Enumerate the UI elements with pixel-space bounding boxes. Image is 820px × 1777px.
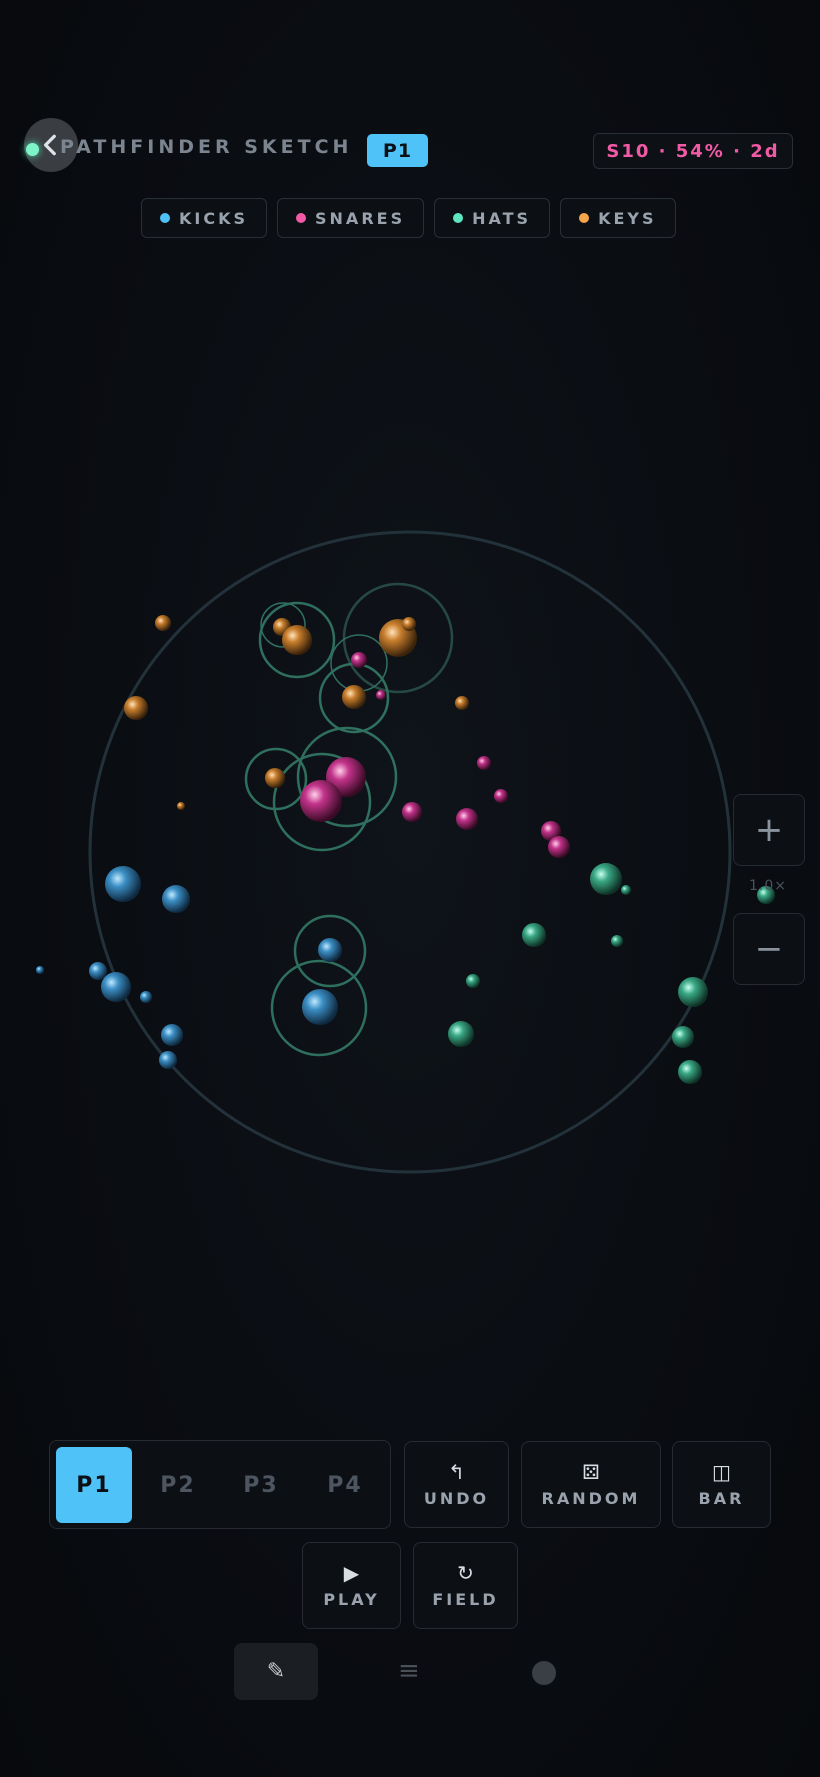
snares-dot-icon [296,213,307,223]
undo-button[interactable]: ↰ UNDO [404,1441,509,1528]
orbit-rings [244,582,454,1057]
tab-p2[interactable]: P2 [140,1447,216,1523]
keys-dot-icon [579,213,590,223]
legend-item-kicks[interactable]: KICKS [141,198,268,238]
legend-label: KICKS [179,208,249,228]
app-title: PATHFINDER SKETCH [60,136,353,158]
legend-item-hats[interactable]: HATS [434,198,551,238]
tab-p3[interactable]: P3 [223,1447,299,1523]
zoom-out-button[interactable]: − [733,913,805,985]
legend-item-keys[interactable]: KEYS [560,198,676,238]
play-button[interactable]: ▶ PLAY [302,1542,401,1629]
random-label: RANDOM [541,1489,641,1508]
orbs[interactable] [36,615,775,1084]
zoom-in-button[interactable]: + [733,794,805,866]
status-indicator [26,143,39,156]
field-button[interactable]: ↻ FIELD [413,1542,518,1629]
tab-p4[interactable]: P4 [307,1447,383,1523]
sound-field[interactable] [0,500,820,1220]
play-icon: ▶ [343,1561,360,1585]
refresh-icon: ↻ [457,1561,474,1585]
undo-icon: ↰ [448,1460,465,1484]
hats-dot-icon [453,213,464,223]
session-stats: S10 · 54% · 2d [593,133,793,169]
legend-label: SNARES [315,208,406,228]
pattern-tabs: P1 P2 P3 P4 [49,1440,391,1529]
kicks-dot-icon [160,213,170,223]
dice-icon: ⚄ [582,1460,600,1484]
tab-p1[interactable]: P1 [56,1447,132,1523]
field-label: FIELD [432,1590,499,1609]
random-button[interactable]: ⚄ RANDOM [521,1441,661,1528]
legend-label: KEYS [598,208,657,228]
legend: KICKS SNARES HATS KEYS [141,198,676,238]
bar-button[interactable]: ◫ BAR [672,1441,771,1528]
legend-item-snares[interactable]: SNARES [277,198,425,238]
pencil-icon: ✎ [266,1659,286,1684]
zoom-level: 1.0× [749,878,787,894]
nav-list[interactable]: ≡ [398,1656,420,1686]
play-label: PLAY [323,1590,380,1609]
split-view-icon: ◫ [712,1460,731,1484]
nav-circle-icon[interactable] [532,1661,556,1685]
nav-edit[interactable]: ✎ [234,1643,318,1700]
current-pattern-badge: P1 [367,134,428,167]
menu-icon: ≡ [398,1656,420,1686]
undo-label: UNDO [423,1489,490,1508]
legend-label: HATS [472,208,532,228]
bar-label: BAR [698,1489,745,1508]
